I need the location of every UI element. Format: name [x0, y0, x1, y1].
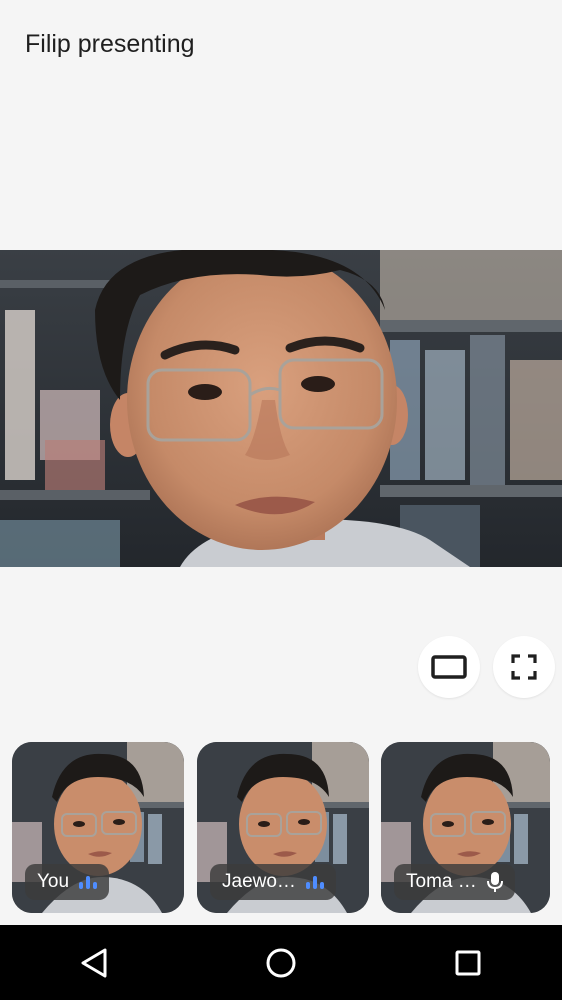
presenter-video[interactable] — [0, 250, 562, 567]
speaking-indicator-icon — [305, 875, 324, 889]
participant-tile[interactable]: Jaewo… — [197, 742, 369, 913]
participant-name-chip: You — [25, 864, 110, 900]
page-title: Filip presenting — [25, 30, 195, 58]
back-button[interactable] — [54, 925, 134, 1000]
presenter-video-frame — [0, 250, 562, 567]
system-nav-bar — [0, 925, 562, 1000]
home-button[interactable] — [241, 925, 321, 1000]
layout-rectangle-icon — [431, 655, 467, 679]
meeting-screen: Filip presenting You Jaewo… Toma … — [0, 0, 562, 1000]
back-triangle-icon — [81, 948, 107, 977]
speaking-indicator-icon — [79, 875, 98, 889]
participant-tile[interactable]: Toma … — [381, 742, 550, 913]
recents-square-icon — [455, 950, 481, 975]
participant-name-chip: Toma … — [394, 864, 515, 900]
participant-name: Jaewo… — [222, 871, 296, 892]
fullscreen-icon — [511, 654, 537, 680]
participant-name-chip: Jaewo… — [210, 864, 336, 900]
recents-button[interactable] — [428, 925, 508, 1000]
home-circle-icon — [266, 948, 296, 977]
participant-name: Toma … — [406, 871, 477, 892]
participant-name: You — [37, 871, 70, 892]
fullscreen-button[interactable] — [493, 636, 555, 698]
layout-toggle-button[interactable] — [418, 636, 480, 698]
participant-tile[interactable]: You — [12, 742, 184, 913]
microphone-icon — [486, 872, 503, 892]
